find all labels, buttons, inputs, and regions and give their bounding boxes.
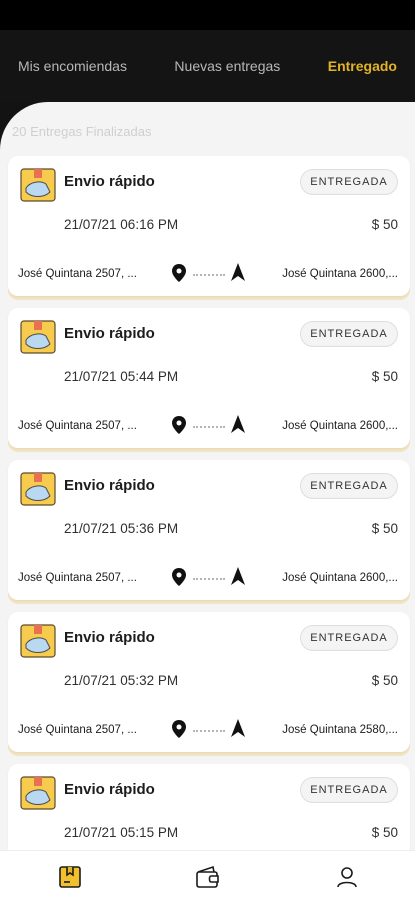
location-pin-icon [172, 720, 186, 738]
status-badge: ENTREGADA [300, 777, 398, 803]
delivery-datetime: 21/07/21 06:16 PM [64, 217, 179, 232]
destination-address: José Quintana 2600,... [282, 420, 398, 432]
delivery-price: $ 50 [371, 673, 398, 688]
nav-deliveries[interactable] [56, 863, 84, 891]
tab-entregado[interactable]: Entregado [328, 58, 397, 74]
wallet-icon [196, 865, 219, 888]
tab-mis-encomiendas[interactable]: Mis encomiendas [18, 58, 127, 74]
deliveries-list[interactable]: 20 Entregas Finalizadas Envio rápido ENT… [0, 102, 415, 850]
navigation-arrow-icon [231, 415, 245, 433]
delivery-datetime: 21/07/21 05:32 PM [64, 673, 179, 688]
origin-address: José Quintana 2507, ... [18, 268, 137, 280]
delivery-price: $ 50 [371, 521, 398, 536]
package-icon [20, 472, 56, 506]
top-tabs: Mis encomiendas Nuevas entregas Entregad… [0, 30, 415, 102]
package-icon [59, 866, 81, 888]
status-badge: ENTREGADA [300, 169, 398, 195]
route-dots [193, 426, 225, 428]
origin-address: José Quintana 2507, ... [18, 572, 137, 584]
origin-address: José Quintana 2507, ... [18, 724, 137, 736]
bottom-navigation [0, 850, 415, 900]
route-dots [193, 274, 225, 276]
status-badge: ENTREGADA [300, 625, 398, 651]
delivery-card[interactable]: Envio rápido ENTREGADA 21/07/21 05:36 PM… [8, 460, 410, 604]
delivery-card[interactable]: Envio rápido ENTREGADA 21/07/21 06:16 PM… [8, 156, 410, 300]
delivery-price: $ 50 [371, 369, 398, 384]
status-badge: ENTREGADA [300, 321, 398, 347]
navigation-arrow-icon [231, 263, 245, 281]
user-icon [337, 867, 357, 888]
delivery-title: Envio rápido [64, 477, 155, 494]
destination-address: José Quintana 2580,... [282, 724, 398, 736]
navigation-arrow-icon [231, 567, 245, 585]
tab-nuevas-entregas[interactable]: Nuevas entregas [174, 58, 280, 74]
status-badge: ENTREGADA [300, 473, 398, 499]
location-pin-icon [172, 264, 186, 282]
delivery-title: Envio rápido [64, 173, 155, 190]
package-icon [20, 168, 56, 202]
delivered-count: 20 Entregas Finalizadas [12, 124, 152, 139]
package-icon [20, 776, 56, 810]
location-pin-icon [172, 568, 186, 586]
delivery-title: Envio rápido [64, 325, 155, 342]
navigation-arrow-icon [231, 719, 245, 737]
delivery-price: $ 50 [371, 217, 398, 232]
destination-address: José Quintana 2600,... [282, 572, 398, 584]
status-bar [0, 0, 415, 30]
package-icon [20, 624, 56, 658]
delivery-card[interactable]: Envio rápido ENTREGADA 21/07/21 05:15 PM… [8, 764, 410, 850]
package-icon [20, 320, 56, 354]
delivery-price: $ 50 [371, 825, 398, 840]
destination-address: José Quintana 2600,... [282, 268, 398, 280]
location-pin-icon [172, 416, 186, 434]
delivery-card[interactable]: Envio rápido ENTREGADA 21/07/21 05:44 PM… [8, 308, 410, 452]
route-dots [193, 730, 225, 732]
delivery-title: Envio rápido [64, 629, 155, 646]
delivery-card[interactable]: Envio rápido ENTREGADA 21/07/21 05:32 PM… [8, 612, 410, 756]
delivery-datetime: 21/07/21 05:36 PM [64, 521, 179, 536]
delivery-datetime: 21/07/21 05:15 PM [64, 825, 179, 840]
delivery-title: Envio rápido [64, 781, 155, 798]
route-dots [193, 578, 225, 580]
nav-wallet[interactable] [194, 863, 222, 891]
origin-address: José Quintana 2507, ... [18, 420, 137, 432]
delivery-datetime: 21/07/21 05:44 PM [64, 369, 179, 384]
nav-profile[interactable] [333, 863, 361, 891]
